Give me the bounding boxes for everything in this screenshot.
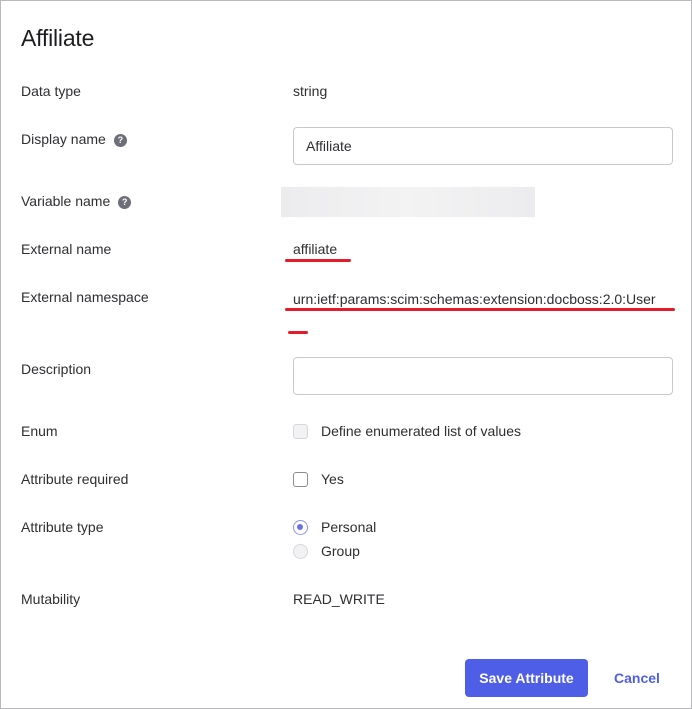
external-namespace-value: urn:ietf:params:scim:schemas:extension:d… (293, 291, 656, 307)
attribute-required-checkbox[interactable] (293, 472, 308, 487)
variable-name-value-redacted (281, 187, 535, 217)
attribute-required-label: Attribute required (21, 471, 129, 487)
external-namespace-label: External namespace (21, 289, 149, 305)
description-input[interactable] (293, 357, 673, 395)
display-name-label-row: Display name? (21, 131, 127, 147)
description-label: Description (21, 361, 92, 377)
annotation-underline (288, 331, 308, 334)
enum-option-label: Define enumerated list of values (321, 423, 521, 439)
attribute-type-label: Attribute type (21, 519, 104, 535)
attribute-type-personal-label: Personal (321, 519, 377, 535)
help-icon[interactable]: ? (113, 134, 127, 147)
enum-checkbox[interactable] (293, 424, 308, 439)
save-attribute-button[interactable]: Save Attribute (465, 659, 588, 697)
data-type-value: string (293, 83, 328, 99)
annotation-underline (285, 308, 675, 311)
attribute-type-personal-radio[interactable] (293, 520, 308, 535)
external-name-value: affiliate (293, 241, 338, 257)
display-name-input[interactable] (293, 127, 673, 165)
attribute-required-option-label: Yes (321, 471, 344, 487)
attribute-type-group-label: Group (321, 543, 360, 559)
variable-name-label-row: Variable name? (21, 193, 132, 209)
mutability-label: Mutability (21, 591, 81, 607)
help-icon[interactable]: ? (118, 196, 132, 209)
variable-name-label: Variable name (21, 193, 111, 209)
dialog-title: Affiliate (21, 25, 95, 51)
enum-label: Enum (21, 423, 58, 439)
data-type-label: Data type (21, 83, 81, 99)
edit-attribute-dialog: Affiliate Data type string Display name?… (0, 0, 692, 709)
display-name-label: Display name (21, 131, 106, 147)
annotation-underline (285, 259, 351, 262)
mutability-value: READ_WRITE (293, 591, 385, 607)
external-name-label: External name (21, 241, 112, 257)
cancel-button[interactable]: Cancel (605, 659, 669, 697)
attribute-type-group-radio[interactable] (293, 544, 308, 559)
